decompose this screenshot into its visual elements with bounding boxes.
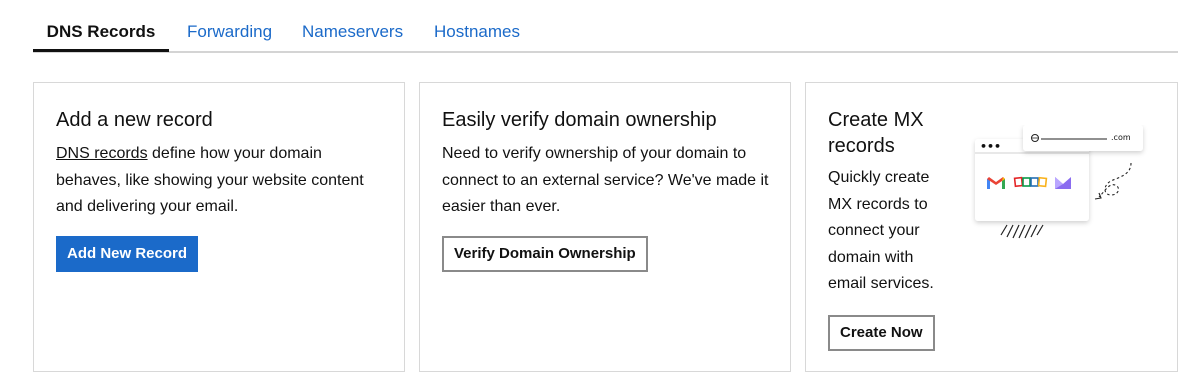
menu-dots-icon: ••• bbox=[980, 140, 1001, 153]
dns-records-link[interactable]: DNS records bbox=[56, 145, 148, 162]
tab-bar: DNS Records Forwarding Nameservers Hostn… bbox=[33, 0, 1178, 53]
add-record-title: Add a new record bbox=[56, 109, 213, 131]
tab-dns-records[interactable]: DNS Records bbox=[33, 22, 169, 52]
add-new-record-button[interactable]: Add New Record bbox=[56, 236, 199, 272]
add-record-description: DNS records define how your domain behav… bbox=[56, 141, 386, 221]
tab-forwarding[interactable]: Forwarding bbox=[187, 22, 272, 42]
tab-nameservers[interactable]: Nameservers bbox=[302, 22, 403, 42]
verify-ownership-card: Easily verify domain ownership Need to v… bbox=[419, 82, 791, 372]
dashed-arrow-graphic bbox=[1098, 162, 1132, 198]
create-now-button[interactable]: Create Now bbox=[828, 315, 935, 351]
verify-ownership-description: Need to verify ownership of your domain … bbox=[442, 145, 769, 215]
url-suffix-text: .com bbox=[1111, 133, 1131, 142]
hatch-shadow-graphic bbox=[1000, 224, 1044, 239]
create-mx-title: Create MX records bbox=[828, 109, 924, 157]
verify-ownership-title: Easily verify domain ownership bbox=[442, 109, 717, 131]
create-mx-card: Create MX records Quickly create MX reco… bbox=[805, 82, 1178, 372]
add-record-card: Add a new record DNS records define how … bbox=[33, 82, 405, 372]
create-mx-description: Quickly create MX records to connect you… bbox=[828, 169, 934, 292]
tab-hostnames[interactable]: Hostnames bbox=[434, 22, 520, 42]
email-services-illustration: ••• .com bbox=[975, 125, 1143, 239]
verify-domain-ownership-button[interactable]: Verify Domain Ownership bbox=[442, 236, 648, 272]
